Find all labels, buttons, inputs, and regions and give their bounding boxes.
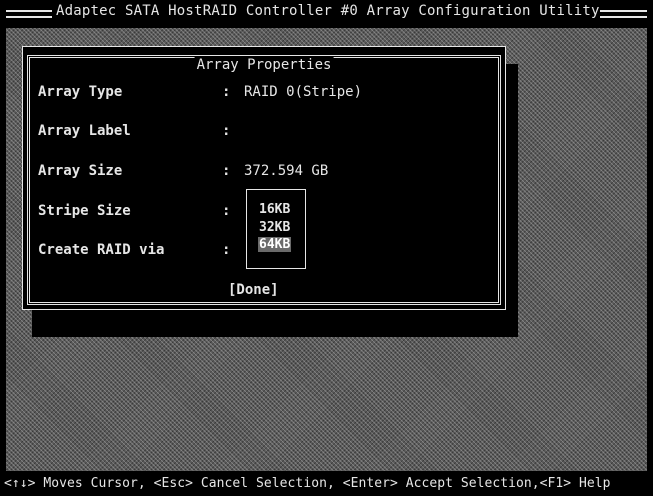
field-label: Array Label — [38, 123, 131, 139]
field-colon: : — [222, 163, 231, 179]
field-label: Array Type — [38, 84, 123, 100]
field-colon: : — [222, 84, 231, 100]
title-rule-right — [598, 10, 647, 18]
array-type-value: RAID 0(Stripe) — [244, 84, 363, 100]
stripe-option-32kb[interactable]: 32KB — [258, 220, 291, 235]
stripe-option-64kb[interactable]: 64KB — [258, 237, 292, 252]
field-label: Array Size — [38, 163, 123, 179]
title-bar: Adaptec SATA HostRAID Controller #0 Arra… — [0, 0, 653, 28]
stripe-size-dropdown[interactable]: 16KB 32KB 64KB — [246, 189, 306, 269]
field-label: Create RAID via — [38, 242, 165, 258]
title-rule-left — [6, 10, 56, 18]
dialog-title: Array Properties — [194, 57, 334, 73]
bios-screen: Adaptec SATA HostRAID Controller #0 Arra… — [0, 0, 653, 496]
field-colon: : — [222, 123, 231, 139]
field-colon: : — [222, 242, 231, 258]
array-size-value: 372.594 GB — [244, 163, 329, 179]
field-colon: : — [222, 203, 231, 219]
help-text: <↑↓> Moves Cursor, <Esc> Cancel Selectio… — [4, 476, 611, 491]
field-label: Stripe Size — [38, 203, 131, 219]
utility-title: Adaptec SATA HostRAID Controller #0 Arra… — [52, 3, 600, 19]
stripe-option-16kb[interactable]: 16KB — [258, 202, 291, 217]
done-button[interactable]: [Done] — [228, 282, 279, 298]
help-bar: <↑↓> Moves Cursor, <Esc> Cancel Selectio… — [0, 471, 653, 496]
